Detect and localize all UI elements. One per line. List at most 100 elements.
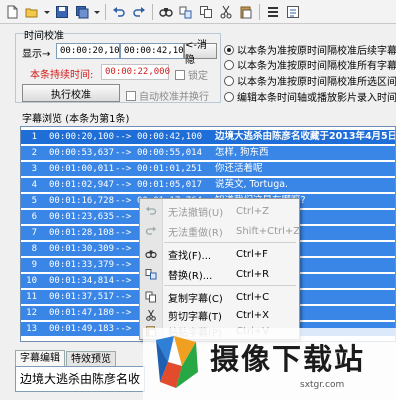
- toolbar-separator: [259, 3, 260, 20]
- dropdown-arrow-icon[interactable]: [43, 3, 51, 21]
- option-radio-2[interactable]: 以本条为准按原时间隔校准所有字幕: [224, 57, 396, 72]
- new-file-icon[interactable]: [3, 3, 21, 21]
- table-row[interactable]: 1 00:00:20,100 --> 00:00:42,100 边境大逃杀由陈彦…: [21, 130, 395, 144]
- menu-item-replace[interactable]: 替换(R)... Ctrl+R: [140, 264, 299, 284]
- radio-dot: [224, 91, 234, 102]
- table-row[interactable]: 2 00:00:53,637 --> 00:00:55,014 怎样, 狗东西: [21, 146, 395, 160]
- table-row[interactable]: 4 00:01:02,947 --> 00:01:05,017 说英文, Tor…: [21, 178, 395, 192]
- table-row[interactable]: 3 00:01:00,011 --> 00:01:01,251 你还活着呢: [21, 162, 395, 176]
- menu-item-shortcut: Ctrl+C: [236, 291, 270, 303]
- duration-field[interactable]: 00:00:22,000: [101, 64, 170, 80]
- menu-separator: [164, 285, 296, 286]
- row-start-time: 00:00:53,637: [49, 148, 115, 158]
- lock-checkbox-label: 锁定: [188, 71, 208, 82]
- context-menu: 无法撤销(U) Ctrl+Z 无法重做(R) Shift+Ctrl+Z 查找(F…: [139, 198, 300, 340]
- save-icon[interactable]: [53, 3, 71, 21]
- option-radio-3[interactable]: 以本条为准按原时间隔校准所选区间: [224, 73, 396, 88]
- menu-item-label: 查找(F)...: [168, 250, 212, 262]
- row-text: 说英文, Tortuga.: [215, 179, 289, 190]
- open-folder-icon[interactable]: [23, 3, 41, 21]
- replace-icon: [144, 267, 158, 281]
- option-label-3: 以本条为准按原时间隔校准所选区间: [237, 77, 396, 88]
- auto-align-label: 自动校准并换行: [139, 92, 209, 103]
- row-arrow: -->: [115, 228, 132, 238]
- find-icon: [144, 247, 158, 261]
- option-radio-1[interactable]: 以本条为准按原时间隔校准后续字幕: [224, 42, 396, 57]
- cut-icon[interactable]: [217, 3, 235, 21]
- row-number: 12: [26, 308, 37, 318]
- tab-subtitle-edit[interactable]: 字幕编辑: [15, 350, 65, 366]
- cut-icon: [144, 308, 158, 322]
- watermark-title: 摄像下载站: [210, 342, 366, 376]
- copy-icon[interactable]: [197, 3, 215, 21]
- radio-dot: [224, 59, 234, 70]
- row-end-time: 00:01:01,251: [137, 164, 203, 174]
- row-start-time: 00:01:37,517: [49, 292, 115, 302]
- radio-dot: [224, 44, 234, 55]
- row-start-time: 00:01:33,379: [49, 260, 115, 270]
- row-number: 5: [31, 196, 37, 206]
- row-arrow: -->: [115, 292, 132, 302]
- option-label-4: 编辑本条时间轴或播放影片录入时间轴: [237, 93, 396, 104]
- row-start-time: 00:01:47,180: [49, 308, 115, 318]
- tab-effect-preview[interactable]: 特效预览: [66, 351, 116, 367]
- properties-icon[interactable]: [284, 3, 302, 21]
- menu-item-undo[interactable]: 无法撤销(U) Ctrl+Z: [140, 201, 299, 221]
- align-button[interactable]: <-消隐: [184, 40, 217, 66]
- menu-item-shortcut: Shift+Ctrl+Z: [236, 225, 301, 237]
- menu-item-copy[interactable]: 复制字幕(C) Ctrl+C: [140, 287, 299, 307]
- row-end-time: 00:00:55,014: [137, 148, 203, 158]
- lock-checkbox[interactable]: 锁定: [175, 67, 208, 82]
- dropdown-arrow-icon[interactable]: [93, 3, 101, 21]
- menu-item-shortcut: Ctrl+Z: [236, 205, 270, 217]
- row-text: 边境大逃杀由陈彦名收藏于2013年4月5日: [215, 131, 396, 142]
- row-start-time: 00:01:30,309: [49, 244, 115, 254]
- find-icon[interactable]: [157, 3, 175, 21]
- menu-item-label: 无法重做(R): [168, 227, 223, 239]
- row-text: 怎样, 狗东西: [215, 147, 269, 158]
- editor-tabs: 字幕编辑 特效预览: [15, 350, 117, 367]
- row-number: 10: [26, 276, 37, 286]
- undo-icon[interactable]: [110, 3, 128, 21]
- row-start-time: 00:01:16,728: [49, 196, 115, 206]
- copy-icon: [144, 290, 158, 304]
- row-number: 1: [31, 132, 37, 142]
- run-align-button[interactable]: 执行校准: [22, 84, 120, 102]
- subtitle-edit-field[interactable]: 边境大逃杀由陈彦名收: [15, 366, 145, 392]
- row-start-time: 00:00:20,100: [49, 132, 115, 142]
- auto-align-checkbox[interactable]: 自动校准并换行: [126, 88, 209, 103]
- row-end-time: 00:01:05,017: [137, 180, 203, 190]
- end-time-field[interactable]: 00:00:42,100: [120, 43, 189, 59]
- row-arrow: -->: [115, 212, 132, 222]
- option-label-1: 以本条为准按原时间隔校准后续字幕: [237, 46, 396, 57]
- menu-item-label: 复制字幕(C): [168, 293, 223, 305]
- toolbar: [0, 0, 396, 24]
- redo-icon[interactable]: [130, 3, 148, 21]
- row-start-time: 00:01:02,947: [49, 180, 115, 190]
- row-start-time: 00:01:28,108: [49, 228, 115, 238]
- row-number: 11: [26, 292, 37, 302]
- display-label: 显示→: [22, 49, 51, 60]
- menu-item-find[interactable]: 查找(F)... Ctrl+F: [140, 244, 299, 264]
- timing-group-title: 时间校准: [24, 31, 64, 42]
- replace-icon[interactable]: [177, 3, 195, 21]
- row-text: 你还活着呢: [215, 163, 263, 174]
- list-icon[interactable]: [264, 3, 282, 21]
- row-start-time: 00:01:34,814: [49, 276, 115, 286]
- row-arrow: -->: [115, 260, 132, 270]
- subtitle-list-title: 字幕浏览 (本条为第1条): [22, 114, 130, 125]
- toolbar-separator: [152, 3, 153, 20]
- row-number: 6: [31, 212, 37, 222]
- start-time-field[interactable]: 00:00:20,100: [56, 43, 125, 59]
- option-radio-4[interactable]: 编辑本条时间轴或播放影片录入时间轴: [224, 89, 396, 104]
- watermark-url: sxtgr.com: [300, 380, 345, 390]
- paste-icon[interactable]: [237, 3, 255, 21]
- row-arrow: -->: [115, 148, 132, 158]
- menu-item-shortcut: Ctrl+X: [236, 309, 270, 321]
- row-arrow: -->: [115, 180, 132, 190]
- row-number: 13: [26, 324, 37, 334]
- duration-label: 本条持续时间:: [30, 70, 94, 81]
- menu-item-redo[interactable]: 无法重做(R) Shift+Ctrl+Z: [140, 221, 301, 241]
- option-label-2: 以本条为准按原时间隔校准所有字幕: [237, 61, 396, 72]
- save-as-icon[interactable]: [73, 3, 91, 21]
